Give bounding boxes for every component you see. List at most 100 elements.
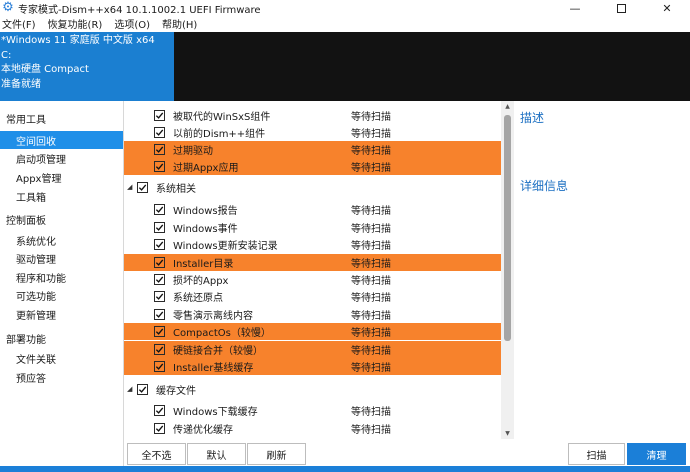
session-card[interactable]: *Windows 11 家庭版 中文版 x64 C: 本地硬盘 Compact …: [0, 32, 174, 101]
list-item[interactable]: Installer目录 等待扫描: [124, 254, 501, 271]
scan-button[interactable]: 扫描: [568, 443, 625, 465]
item-status: 等待扫描: [351, 259, 391, 270]
disk-info: 本地硬盘 Compact: [1, 64, 89, 75]
checkbox[interactable]: [154, 222, 165, 233]
item-status: 等待扫描: [351, 328, 391, 339]
os-name: *Windows 11 家庭版 中文版 x64: [1, 35, 155, 46]
item-name: Installer目录: [173, 259, 234, 270]
checkbox[interactable]: [154, 110, 165, 121]
checkbox[interactable]: [154, 423, 165, 434]
maximize-button[interactable]: [598, 0, 644, 16]
scroll-up-icon[interactable]: ▲: [501, 101, 514, 112]
maximize-icon: [616, 3, 626, 13]
item-name: 硬链接合并（较慢）: [173, 346, 263, 357]
list-item[interactable]: 过期驱动 等待扫描: [124, 141, 501, 158]
refresh-button[interactable]: 刷新: [247, 443, 306, 465]
checkbox[interactable]: [154, 309, 165, 320]
expand-triangle-icon[interactable]: ◢: [127, 385, 132, 393]
list-item[interactable]: 被取代的WinSxS组件 等待扫描: [124, 107, 501, 124]
list-item[interactable]: Windows更新安装记录 等待扫描: [124, 236, 501, 253]
sidebar-item-updates[interactable]: 更新管理: [0, 305, 123, 323]
info-panel: 描述 详细信息: [514, 101, 690, 439]
checkbox[interactable]: [154, 405, 165, 416]
item-status: 等待扫描: [351, 112, 391, 123]
menu-bar: 文件(F) 恢复功能(R) 选项(O) 帮助(H): [0, 16, 690, 31]
list-item[interactable]: 零售演示离线内容 等待扫描: [124, 306, 501, 323]
menu-restore[interactable]: 恢复功能(R): [47, 16, 104, 31]
sidebar-item-answer-file[interactable]: 预应答: [0, 368, 123, 386]
sidebar-item-programs[interactable]: 程序和功能: [0, 268, 123, 286]
checkbox[interactable]: [154, 204, 165, 215]
session-status: 准备就绪: [1, 78, 41, 90]
item-status: 等待扫描: [351, 311, 391, 322]
item-status: 等待扫描: [351, 407, 391, 418]
item-name: 缓存文件: [156, 386, 196, 397]
checkbox[interactable]: [154, 326, 165, 337]
list-item[interactable]: CompactOs（较慢） 等待扫描: [124, 323, 501, 340]
checkbox[interactable]: [137, 182, 148, 193]
scroll-down-icon[interactable]: ▼: [501, 428, 514, 439]
checkbox[interactable]: [154, 127, 165, 138]
checkbox[interactable]: [137, 384, 148, 395]
item-name: 被取代的WinSxS组件: [173, 112, 271, 123]
checkbox[interactable]: [154, 161, 165, 172]
menu-options[interactable]: 选项(O): [113, 16, 151, 31]
list-item[interactable]: Windows下载缓存 等待扫描: [124, 402, 501, 419]
sidebar-group-deploy: 部署功能: [6, 335, 46, 346]
sidebar-item-system-optimize[interactable]: 系统优化: [0, 231, 123, 249]
checkbox[interactable]: [154, 144, 165, 155]
menu-file[interactable]: 文件(F): [1, 16, 37, 31]
description-title: 描述: [520, 111, 545, 125]
close-button[interactable]: ✕: [644, 0, 690, 16]
checkbox[interactable]: [154, 257, 165, 268]
checkbox[interactable]: [154, 274, 165, 285]
item-name: 过期驱动: [173, 146, 213, 157]
item-name: 损坏的Appx: [173, 276, 229, 287]
header-empty-area: [174, 32, 690, 101]
list-scrollbar[interactable]: ▲ ▼: [501, 101, 514, 439]
session-header: *Windows 11 家庭版 中文版 x64 C: 本地硬盘 Compact …: [0, 32, 690, 101]
list-item[interactable]: 过期Appx应用 等待扫描: [124, 158, 501, 175]
item-name: 系统相关: [156, 184, 196, 195]
item-status: 等待扫描: [351, 146, 391, 157]
list-group-row[interactable]: ◢ 系统相关: [124, 179, 501, 196]
sidebar-item-file-assoc[interactable]: 文件关联: [0, 349, 123, 367]
list-item[interactable]: Windows报告 等待扫描: [124, 201, 501, 218]
cleanup-list: 被取代的WinSxS组件 等待扫描 以前的Dism++组件 等待扫描 过期驱动 等待扫描过…: [124, 101, 501, 439]
sidebar-item-space-reclaim[interactable]: 空间回收: [0, 131, 123, 149]
minimize-button[interactable]: —: [552, 0, 598, 16]
list-item[interactable]: Installer基线缓存 等待扫描: [124, 358, 501, 375]
clean-button[interactable]: 清理: [627, 443, 686, 465]
sidebar-item-appx[interactable]: Appx管理: [0, 168, 123, 186]
checkbox[interactable]: [154, 361, 165, 372]
item-name: 以前的Dism++组件: [173, 129, 266, 140]
list-group-row[interactable]: ◢ 缓存文件: [124, 381, 501, 398]
expand-triangle-icon[interactable]: ◢: [127, 183, 132, 191]
gear-icon: ⚙: [2, 0, 14, 15]
list-item[interactable]: Windows事件 等待扫描: [124, 219, 501, 236]
item-name: CompactOs（较慢）: [173, 328, 271, 339]
default-button[interactable]: 默认: [187, 443, 246, 465]
scroll-thumb[interactable]: [504, 115, 511, 341]
menu-help[interactable]: 帮助(H): [161, 16, 198, 31]
item-status: 等待扫描: [351, 129, 391, 140]
sidebar-item-startup[interactable]: 启动项管理: [0, 149, 123, 167]
select-none-button[interactable]: 全不选: [127, 443, 186, 465]
sidebar-group-common-tools: 常用工具: [6, 115, 46, 126]
window-controls: — ✕: [552, 0, 690, 16]
item-status: 等待扫描: [351, 224, 391, 235]
item-status: 等待扫描: [351, 346, 391, 357]
sidebar-item-optional-features[interactable]: 可选功能: [0, 286, 123, 304]
list-item[interactable]: 硬链接合并（较慢） 等待扫描: [124, 341, 501, 358]
list-item[interactable]: 系统还原点 等待扫描: [124, 288, 501, 305]
status-strip: [0, 466, 690, 472]
item-status: 等待扫描: [351, 206, 391, 217]
sidebar-item-drivers[interactable]: 驱动管理: [0, 249, 123, 267]
list-item[interactable]: 传递优化缓存 等待扫描: [124, 420, 501, 437]
checkbox[interactable]: [154, 291, 165, 302]
list-item[interactable]: 损坏的Appx 等待扫描: [124, 271, 501, 288]
checkbox[interactable]: [154, 239, 165, 250]
sidebar-item-toolbox[interactable]: 工具箱: [0, 187, 123, 205]
checkbox[interactable]: [154, 344, 165, 355]
list-item[interactable]: 以前的Dism++组件 等待扫描: [124, 124, 501, 141]
